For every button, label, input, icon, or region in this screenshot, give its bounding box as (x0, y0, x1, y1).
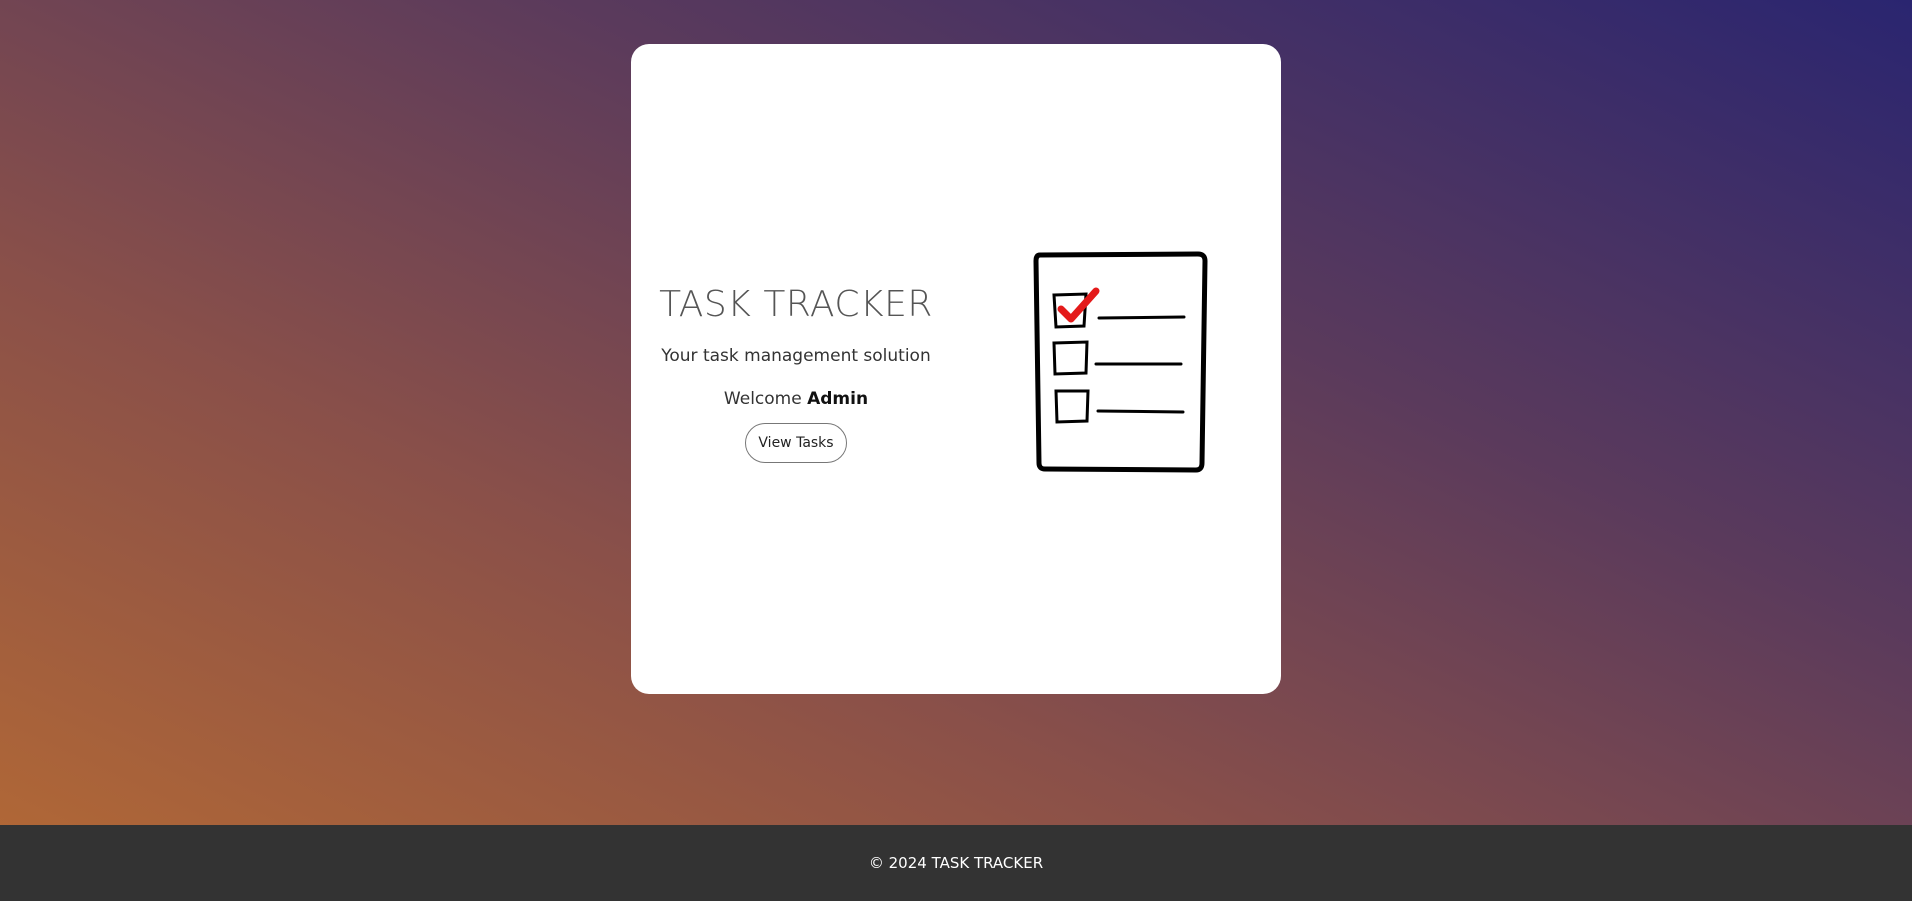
page-footer: © 2024 TASK TRACKER (0, 825, 1912, 901)
checklist-clipboard-icon (1033, 251, 1208, 473)
checkbox-empty-2 (1054, 389, 1090, 424)
clipboard-outline (1033, 251, 1208, 473)
welcome-username: Admin (807, 389, 869, 409)
checkbox-empty-1 (1052, 340, 1089, 376)
app-title: TASK TRACKER (659, 284, 933, 325)
welcome-text-block: TASK TRACKER Your task management soluti… (631, 44, 961, 694)
app-subtitle: Your task management solution (661, 346, 931, 366)
welcome-prefix: Welcome (723, 389, 802, 409)
task-line-1 (1097, 315, 1186, 320)
task-line-3 (1096, 409, 1185, 414)
welcome-card: TASK TRACKER Your task management soluti… (631, 44, 1281, 694)
view-tasks-button[interactable]: View Tasks (745, 423, 847, 463)
footer-copyright: © 2024 TASK TRACKER (868, 854, 1044, 872)
welcome-message: Welcome Admin (631, 389, 961, 409)
